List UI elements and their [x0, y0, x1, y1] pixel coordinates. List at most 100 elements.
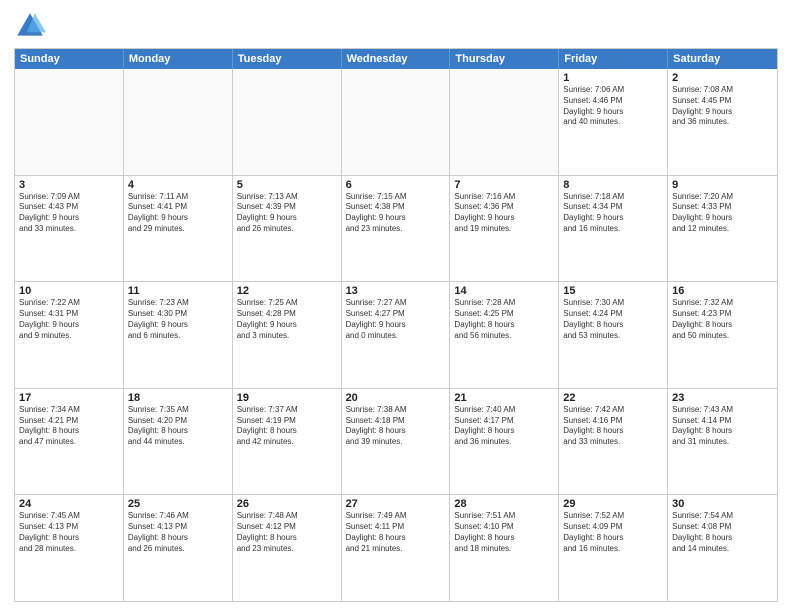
day-info: Sunrise: 7:16 AM Sunset: 4:36 PM Dayligh… [454, 192, 554, 235]
day-number: 6 [346, 179, 446, 191]
day-number: 16 [672, 285, 773, 297]
day-number: 7 [454, 179, 554, 191]
day-info: Sunrise: 7:48 AM Sunset: 4:12 PM Dayligh… [237, 511, 337, 554]
calendar-cell-3: 3Sunrise: 7:09 AM Sunset: 4:43 PM Daylig… [15, 176, 124, 282]
weekday-header-tuesday: Tuesday [233, 49, 342, 69]
day-number: 15 [563, 285, 663, 297]
day-info: Sunrise: 7:15 AM Sunset: 4:38 PM Dayligh… [346, 192, 446, 235]
day-number: 29 [563, 498, 663, 510]
day-number: 3 [19, 179, 119, 191]
day-number: 4 [128, 179, 228, 191]
header [14, 10, 778, 42]
calendar-cell-2: 2Sunrise: 7:08 AM Sunset: 4:45 PM Daylig… [668, 69, 777, 175]
calendar-body: 1Sunrise: 7:06 AM Sunset: 4:46 PM Daylig… [15, 69, 777, 601]
calendar-cell-empty-0-0 [15, 69, 124, 175]
day-number: 20 [346, 392, 446, 404]
calendar-cell-26: 26Sunrise: 7:48 AM Sunset: 4:12 PM Dayli… [233, 495, 342, 601]
day-info: Sunrise: 7:27 AM Sunset: 4:27 PM Dayligh… [346, 298, 446, 341]
day-info: Sunrise: 7:32 AM Sunset: 4:23 PM Dayligh… [672, 298, 773, 341]
calendar-header: SundayMondayTuesdayWednesdayThursdayFrid… [15, 49, 777, 69]
weekday-header-monday: Monday [124, 49, 233, 69]
day-number: 23 [672, 392, 773, 404]
calendar-cell-9: 9Sunrise: 7:20 AM Sunset: 4:33 PM Daylig… [668, 176, 777, 282]
calendar-cell-empty-0-3 [342, 69, 451, 175]
calendar-cell-empty-0-4 [450, 69, 559, 175]
day-number: 21 [454, 392, 554, 404]
page: SundayMondayTuesdayWednesdayThursdayFrid… [0, 0, 792, 612]
calendar-cell-5: 5Sunrise: 7:13 AM Sunset: 4:39 PM Daylig… [233, 176, 342, 282]
calendar-cell-18: 18Sunrise: 7:35 AM Sunset: 4:20 PM Dayli… [124, 389, 233, 495]
day-info: Sunrise: 7:30 AM Sunset: 4:24 PM Dayligh… [563, 298, 663, 341]
day-number: 13 [346, 285, 446, 297]
day-info: Sunrise: 7:13 AM Sunset: 4:39 PM Dayligh… [237, 192, 337, 235]
calendar-cell-19: 19Sunrise: 7:37 AM Sunset: 4:19 PM Dayli… [233, 389, 342, 495]
day-info: Sunrise: 7:38 AM Sunset: 4:18 PM Dayligh… [346, 405, 446, 448]
calendar-cell-30: 30Sunrise: 7:54 AM Sunset: 4:08 PM Dayli… [668, 495, 777, 601]
day-number: 30 [672, 498, 773, 510]
day-info: Sunrise: 7:28 AM Sunset: 4:25 PM Dayligh… [454, 298, 554, 341]
calendar-row-4: 17Sunrise: 7:34 AM Sunset: 4:21 PM Dayli… [15, 389, 777, 496]
calendar-cell-empty-0-1 [124, 69, 233, 175]
weekday-header-wednesday: Wednesday [342, 49, 451, 69]
day-number: 26 [237, 498, 337, 510]
calendar-cell-29: 29Sunrise: 7:52 AM Sunset: 4:09 PM Dayli… [559, 495, 668, 601]
calendar-cell-24: 24Sunrise: 7:45 AM Sunset: 4:13 PM Dayli… [15, 495, 124, 601]
day-info: Sunrise: 7:11 AM Sunset: 4:41 PM Dayligh… [128, 192, 228, 235]
day-info: Sunrise: 7:52 AM Sunset: 4:09 PM Dayligh… [563, 511, 663, 554]
calendar-cell-12: 12Sunrise: 7:25 AM Sunset: 4:28 PM Dayli… [233, 282, 342, 388]
day-number: 22 [563, 392, 663, 404]
day-number: 28 [454, 498, 554, 510]
day-number: 14 [454, 285, 554, 297]
calendar-cell-13: 13Sunrise: 7:27 AM Sunset: 4:27 PM Dayli… [342, 282, 451, 388]
day-info: Sunrise: 7:22 AM Sunset: 4:31 PM Dayligh… [19, 298, 119, 341]
day-info: Sunrise: 7:46 AM Sunset: 4:13 PM Dayligh… [128, 511, 228, 554]
day-info: Sunrise: 7:34 AM Sunset: 4:21 PM Dayligh… [19, 405, 119, 448]
day-info: Sunrise: 7:40 AM Sunset: 4:17 PM Dayligh… [454, 405, 554, 448]
calendar-row-3: 10Sunrise: 7:22 AM Sunset: 4:31 PM Dayli… [15, 282, 777, 389]
calendar-row-2: 3Sunrise: 7:09 AM Sunset: 4:43 PM Daylig… [15, 176, 777, 283]
calendar-cell-28: 28Sunrise: 7:51 AM Sunset: 4:10 PM Dayli… [450, 495, 559, 601]
calendar-cell-21: 21Sunrise: 7:40 AM Sunset: 4:17 PM Dayli… [450, 389, 559, 495]
logo [14, 10, 48, 42]
day-info: Sunrise: 7:43 AM Sunset: 4:14 PM Dayligh… [672, 405, 773, 448]
calendar-cell-14: 14Sunrise: 7:28 AM Sunset: 4:25 PM Dayli… [450, 282, 559, 388]
calendar-cell-6: 6Sunrise: 7:15 AM Sunset: 4:38 PM Daylig… [342, 176, 451, 282]
calendar-cell-20: 20Sunrise: 7:38 AM Sunset: 4:18 PM Dayli… [342, 389, 451, 495]
calendar-cell-8: 8Sunrise: 7:18 AM Sunset: 4:34 PM Daylig… [559, 176, 668, 282]
calendar-cell-17: 17Sunrise: 7:34 AM Sunset: 4:21 PM Dayli… [15, 389, 124, 495]
day-info: Sunrise: 7:08 AM Sunset: 4:45 PM Dayligh… [672, 85, 773, 128]
calendar-row-5: 24Sunrise: 7:45 AM Sunset: 4:13 PM Dayli… [15, 495, 777, 601]
weekday-header-friday: Friday [559, 49, 668, 69]
calendar: SundayMondayTuesdayWednesdayThursdayFrid… [14, 48, 778, 602]
calendar-cell-10: 10Sunrise: 7:22 AM Sunset: 4:31 PM Dayli… [15, 282, 124, 388]
calendar-cell-4: 4Sunrise: 7:11 AM Sunset: 4:41 PM Daylig… [124, 176, 233, 282]
calendar-cell-7: 7Sunrise: 7:16 AM Sunset: 4:36 PM Daylig… [450, 176, 559, 282]
day-number: 11 [128, 285, 228, 297]
calendar-cell-23: 23Sunrise: 7:43 AM Sunset: 4:14 PM Dayli… [668, 389, 777, 495]
day-info: Sunrise: 7:45 AM Sunset: 4:13 PM Dayligh… [19, 511, 119, 554]
day-number: 18 [128, 392, 228, 404]
calendar-cell-25: 25Sunrise: 7:46 AM Sunset: 4:13 PM Dayli… [124, 495, 233, 601]
day-number: 27 [346, 498, 446, 510]
day-info: Sunrise: 7:20 AM Sunset: 4:33 PM Dayligh… [672, 192, 773, 235]
day-info: Sunrise: 7:35 AM Sunset: 4:20 PM Dayligh… [128, 405, 228, 448]
day-info: Sunrise: 7:23 AM Sunset: 4:30 PM Dayligh… [128, 298, 228, 341]
logo-icon [14, 10, 46, 42]
day-info: Sunrise: 7:09 AM Sunset: 4:43 PM Dayligh… [19, 192, 119, 235]
day-number: 5 [237, 179, 337, 191]
day-number: 10 [19, 285, 119, 297]
day-number: 17 [19, 392, 119, 404]
day-info: Sunrise: 7:37 AM Sunset: 4:19 PM Dayligh… [237, 405, 337, 448]
day-number: 8 [563, 179, 663, 191]
calendar-cell-16: 16Sunrise: 7:32 AM Sunset: 4:23 PM Dayli… [668, 282, 777, 388]
day-info: Sunrise: 7:49 AM Sunset: 4:11 PM Dayligh… [346, 511, 446, 554]
day-number: 19 [237, 392, 337, 404]
day-number: 12 [237, 285, 337, 297]
calendar-cell-15: 15Sunrise: 7:30 AM Sunset: 4:24 PM Dayli… [559, 282, 668, 388]
day-info: Sunrise: 7:06 AM Sunset: 4:46 PM Dayligh… [563, 85, 663, 128]
day-number: 2 [672, 72, 773, 84]
day-info: Sunrise: 7:25 AM Sunset: 4:28 PM Dayligh… [237, 298, 337, 341]
day-info: Sunrise: 7:54 AM Sunset: 4:08 PM Dayligh… [672, 511, 773, 554]
day-info: Sunrise: 7:42 AM Sunset: 4:16 PM Dayligh… [563, 405, 663, 448]
day-info: Sunrise: 7:18 AM Sunset: 4:34 PM Dayligh… [563, 192, 663, 235]
